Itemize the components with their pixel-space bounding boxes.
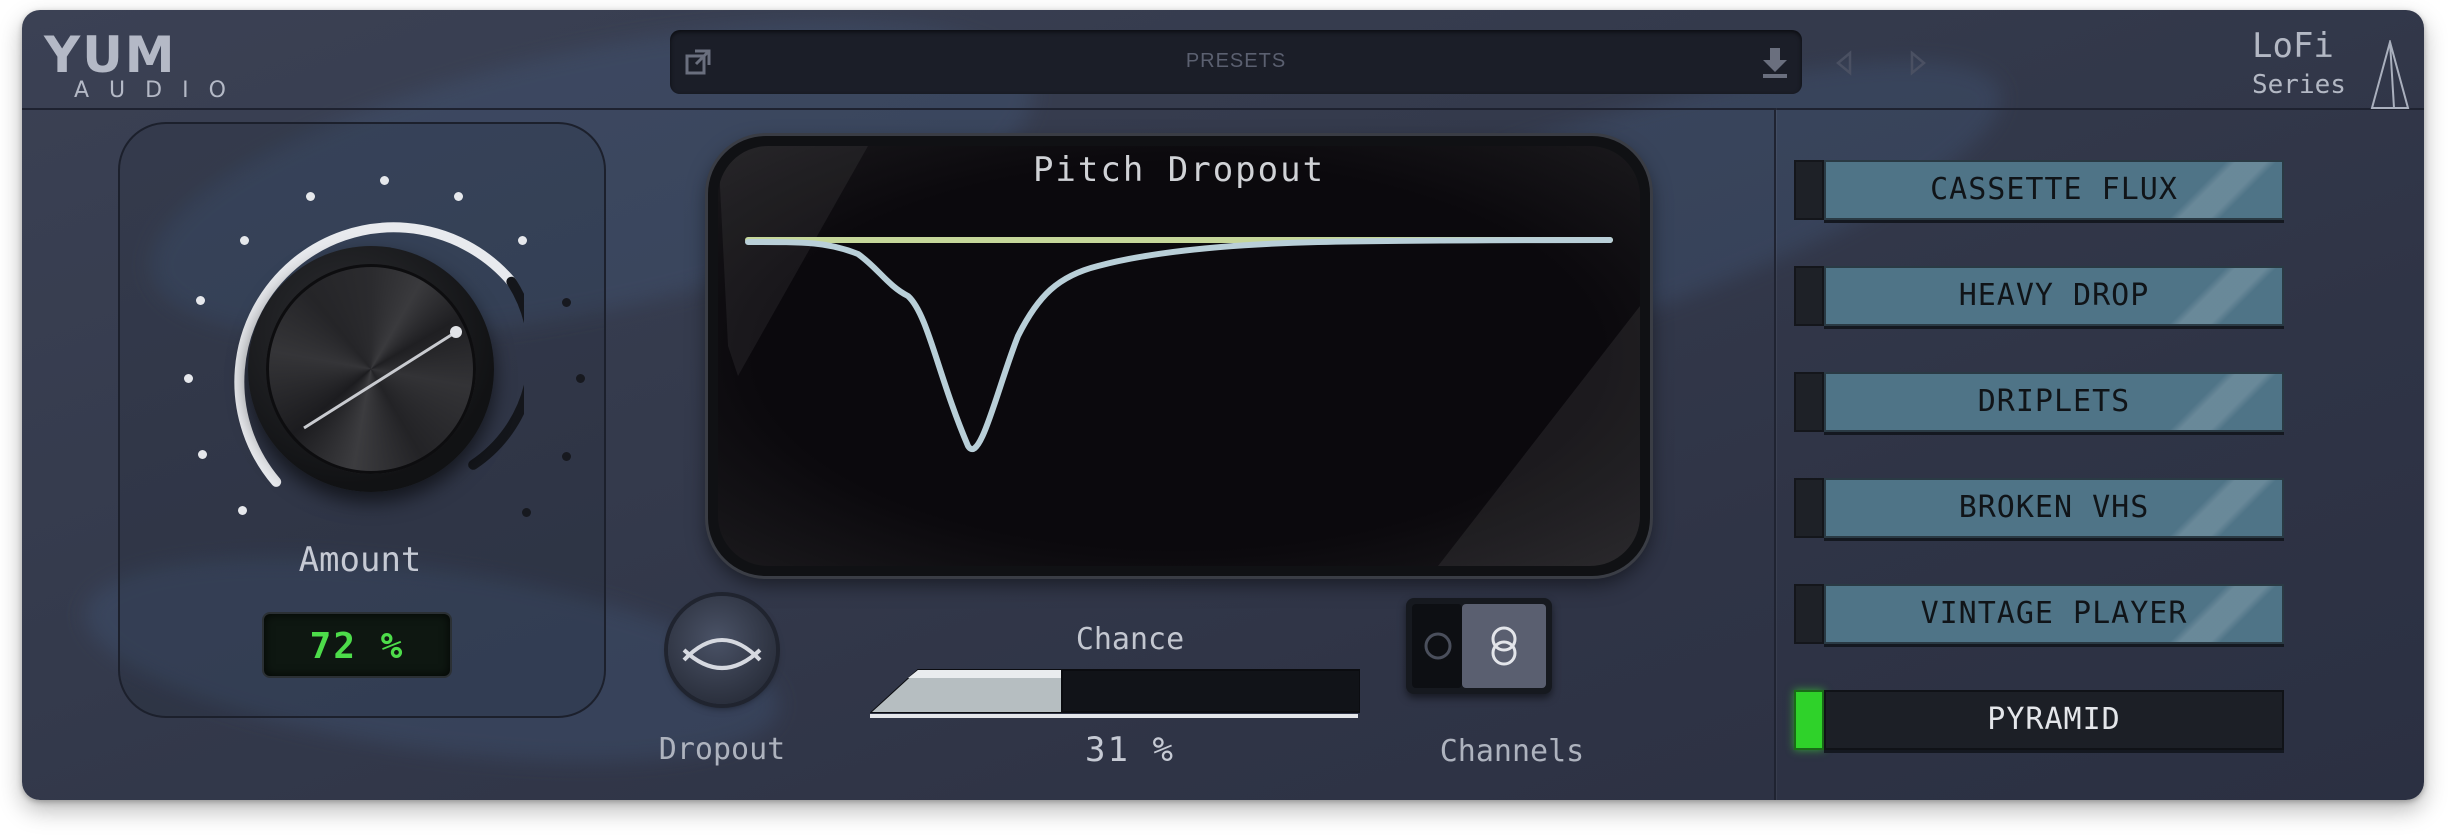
right-panel-divider <box>1774 108 1776 800</box>
preset-face[interactable]: BROKEN VHS <box>1824 478 2284 538</box>
preset-label: BROKEN VHS <box>1958 490 2150 525</box>
preset-face[interactable]: VINTAGE PLAYER <box>1824 584 2284 644</box>
preset-label: VINTAGE PLAYER <box>1920 596 2188 631</box>
amount-label: Amount <box>298 540 422 580</box>
scale-dot <box>454 192 463 201</box>
preset-led <box>1794 478 1824 538</box>
pyramid-figure-icon <box>2370 40 2410 109</box>
preset-face[interactable]: PYRAMID <box>1824 690 2284 750</box>
preset-led <box>1794 584 1824 644</box>
previous-preset-icon[interactable] <box>1830 48 1860 78</box>
dropout-label: Dropout <box>658 732 786 767</box>
mono-circle-icon <box>1424 632 1452 660</box>
next-preset-icon[interactable] <box>1902 48 1932 78</box>
preset-button-heavy-drop[interactable]: HEAVY DROP <box>1794 266 2284 326</box>
scale-dot <box>562 452 571 461</box>
scale-dot <box>562 298 571 307</box>
chance-value: 31 % <box>1085 730 1175 770</box>
pitch-dropout-display <box>718 146 1640 566</box>
scale-dot <box>184 374 193 383</box>
preset-label: PYRAMID <box>1987 702 2121 737</box>
chance-slider[interactable] <box>870 656 1360 718</box>
scale-dot <box>196 296 205 305</box>
preset-face[interactable]: DRIPLETS <box>1824 372 2284 432</box>
scale-dot <box>380 176 389 185</box>
logo-main-text: YUM <box>44 26 177 84</box>
scale-dot <box>198 450 207 459</box>
preset-button-pyramid[interactable]: PYRAMID <box>1794 690 2284 750</box>
preset-led <box>1794 160 1824 220</box>
presets-bar[interactable]: PRESETS <box>670 30 1802 94</box>
amount-value-display: 72 % <box>262 612 452 678</box>
dropout-curve-graph <box>718 146 1640 566</box>
preset-led <box>1794 372 1824 432</box>
preset-led-active <box>1794 690 1824 750</box>
preset-label: HEAVY DROP <box>1958 278 2150 313</box>
lofi-series-logo: LoFi Series <box>2252 26 2412 109</box>
yum-audio-logo: YUM AUDIO <box>44 26 244 106</box>
series-title: LoFi <box>2252 26 2334 66</box>
top-bar: YUM AUDIO PRESETS LoFi Series <box>22 10 2424 110</box>
dropout-shape-knob[interactable] <box>668 596 776 704</box>
chance-label: Chance <box>1075 622 1185 657</box>
channels-label: Channels <box>1439 734 1585 769</box>
preset-face[interactable]: CASSETTE FLUX <box>1824 160 2284 220</box>
channels-toggle[interactable] <box>1406 598 1552 694</box>
channels-stereo-side <box>1462 604 1546 688</box>
amount-value-text: 72 % <box>309 626 405 667</box>
preset-button-broken-vhs[interactable]: BROKEN VHS <box>1794 478 2284 538</box>
preset-button-cassette-flux[interactable]: CASSETTE FLUX <box>1794 160 2284 220</box>
amount-knob-pointer <box>303 326 462 430</box>
logo-sub-text: AUDIO <box>74 78 246 103</box>
scale-dot <box>576 374 585 383</box>
preset-led <box>1794 266 1824 326</box>
preset-face[interactable]: HEAVY DROP <box>1824 266 2284 326</box>
download-icon[interactable] <box>1760 46 1790 78</box>
preset-label: CASSETTE FLUX <box>1930 172 2178 207</box>
stereo-circles-icon <box>1491 626 1517 666</box>
presets-label: PRESETS <box>1185 50 1287 72</box>
preset-label: DRIPLETS <box>1977 384 2131 419</box>
preset-button-vintage-player[interactable]: VINTAGE PLAYER <box>1794 584 2284 644</box>
dropout-curve-icon <box>682 638 762 670</box>
display-title: Pitch Dropout <box>1032 150 1326 190</box>
series-subtitle: Series <box>2252 70 2346 100</box>
scale-dot <box>306 192 315 201</box>
channels-mono-side <box>1412 604 1462 688</box>
preset-button-driplets[interactable]: DRIPLETS <box>1794 372 2284 432</box>
